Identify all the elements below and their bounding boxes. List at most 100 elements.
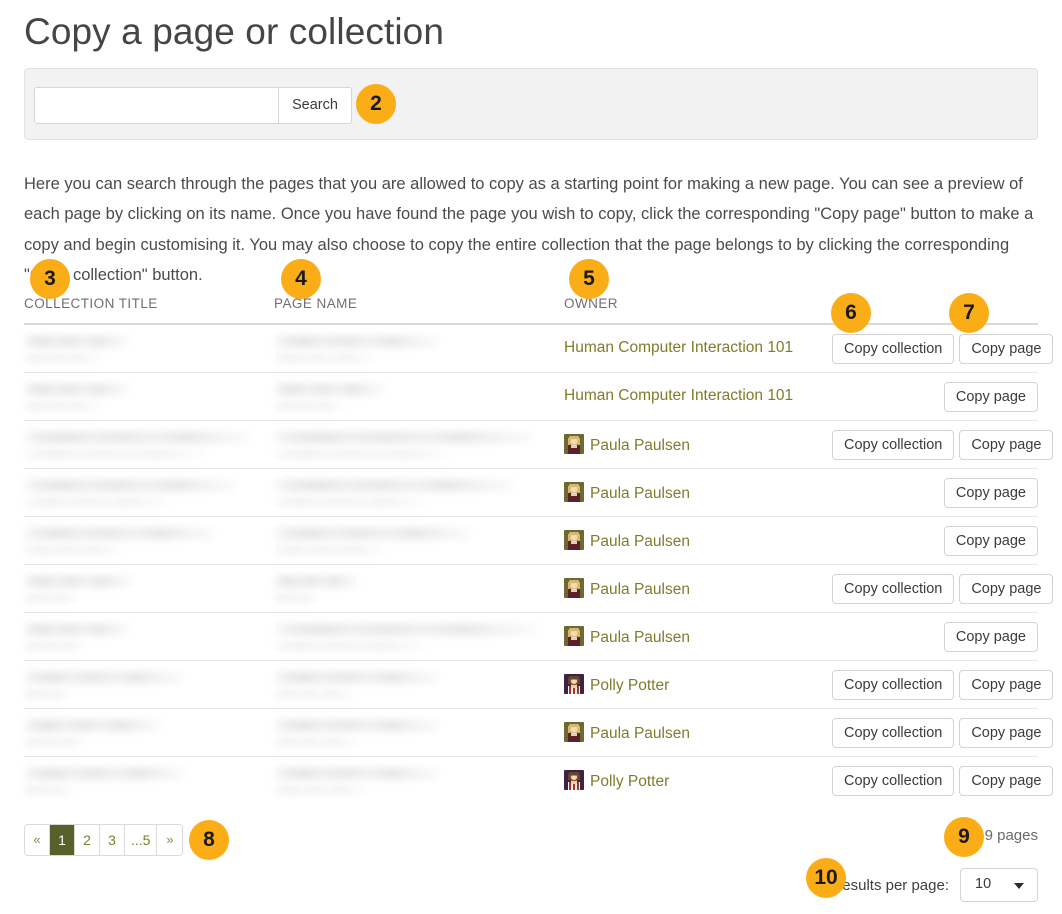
cell-collection-title[interactable] [24,757,274,805]
cell-owner: Paula Paulsen [564,709,832,757]
annotation-badge-5: 5 [569,259,609,299]
owner-link[interactable]: Paula Paulsen [590,437,690,454]
owner-link[interactable]: Polly Potter [590,677,669,694]
owner-link[interactable]: Paula Paulsen [590,725,690,742]
chevron-down-icon [1014,883,1024,889]
cell-page-name[interactable] [274,661,564,709]
pagination-first[interactable]: « [25,825,50,855]
redacted-collection-title [24,719,160,732]
cell-collection-title[interactable] [24,661,274,709]
annotation-badge-3: 3 [30,259,70,299]
cell-collection-title[interactable] [24,709,274,757]
cell-owner: Paula Paulsen [564,469,832,517]
copy-page-button[interactable]: Copy page [959,430,1053,460]
column-header-page-name[interactable]: Page name [274,296,564,324]
cell-page-name[interactable] [274,469,564,517]
search-group: Search [34,87,352,124]
owner-link[interactable]: Polly Potter [590,773,669,790]
redacted-collection-title [24,479,236,492]
cell-page-name[interactable] [274,565,564,613]
cell-collection-title[interactable] [24,469,274,517]
cell-page-name[interactable] [274,709,564,757]
redacted-collection-title [24,383,128,396]
cell-actions: Copy page [832,373,1038,421]
redacted-page-name [274,719,438,732]
redacted-page-name [274,335,438,348]
redacted-page-name-line2 [274,593,316,603]
pagination: «123...5» [24,824,183,856]
copy-page-button[interactable]: Copy page [944,478,1038,508]
copy-collection-button[interactable]: Copy collection [832,574,954,604]
pages-count-label: 49 pages [976,827,1038,844]
redacted-collection-title [24,575,132,588]
pagination-page-5[interactable]: ...5 [125,825,157,855]
cell-actions: Copy collectionCopy page [832,709,1038,757]
avatar [564,674,584,694]
cell-page-name[interactable] [274,324,564,373]
cell-page-name[interactable] [274,421,564,469]
owner-link[interactable]: Paula Paulsen [590,485,690,502]
redacted-collection-title-line2 [24,689,69,699]
owner-link[interactable]: Paula Paulsen [590,533,690,550]
cell-owner: Human Computer Interaction 101 [564,373,832,421]
pagination-last[interactable]: » [157,825,182,855]
table-row: Human Computer Interaction 101 Copy page [24,373,1038,421]
owner-link[interactable]: Paula Paulsen [590,581,690,598]
column-header-owner[interactable]: Owner [564,296,832,324]
redacted-page-name-line2 [274,689,354,699]
pagination-page-3[interactable]: 3 [100,825,125,855]
results-per-page-select[interactable]: 10 [960,868,1038,902]
copy-page-button[interactable]: Copy page [944,622,1038,652]
redacted-collection-title-line2 [24,401,100,411]
cell-collection-title[interactable] [24,565,274,613]
copy-page-button[interactable]: Copy page [959,334,1053,364]
cell-page-name[interactable] [274,613,564,661]
cell-collection-title[interactable] [24,517,274,565]
annotation-badge-2: 2 [356,84,396,124]
copy-collection-button[interactable]: Copy collection [832,430,954,460]
cell-collection-title[interactable] [24,421,274,469]
owner-link[interactable]: Human Computer Interaction 101 [564,387,793,404]
owner-link[interactable]: Human Computer Interaction 101 [564,339,793,356]
table-header-row: Collection title Page name Owner [24,296,1038,324]
cell-page-name[interactable] [274,373,564,421]
intro-text: Here you can search through the pages th… [24,169,1038,291]
copy-page-button[interactable]: Copy page [959,718,1053,748]
cell-owner: Paula Paulsen [564,421,832,469]
cell-collection-title[interactable] [24,324,274,373]
copy-collection-button[interactable]: Copy collection [832,670,954,700]
redacted-collection-title [24,671,182,684]
copy-page-button[interactable]: Copy page [944,382,1038,412]
copy-page-button[interactable]: Copy page [959,670,1053,700]
search-input[interactable] [34,87,278,124]
redacted-page-name-line2 [274,449,452,459]
annotation-badge-8: 8 [189,820,229,860]
cell-collection-title[interactable] [24,373,274,421]
search-button[interactable]: Search [278,87,352,124]
copy-collection-button[interactable]: Copy collection [832,334,954,364]
owner-link[interactable]: Paula Paulsen [590,629,690,646]
results-per-page-row: Results per page: 10 [831,868,1038,902]
table-row: Polly PotterCopy collectionCopy page [24,661,1038,709]
copy-collection-button[interactable]: Copy collection [832,718,954,748]
redacted-page-name [274,479,514,492]
copy-page-button[interactable]: Copy page [959,574,1053,604]
redacted-page-name [274,767,438,780]
table-row: Paula Paulsen Copy page [24,469,1038,517]
table-row: Paula Paulsen Copy collectionCopy page [24,709,1038,757]
copy-page-button[interactable]: Copy page [959,766,1053,796]
cell-collection-title[interactable] [24,613,274,661]
avatar [564,722,584,742]
copy-page-button[interactable]: Copy page [944,526,1038,556]
table-head: Collection title Page name Owner [24,296,1038,324]
redacted-collection-title-line2 [24,545,121,555]
copy-collection-button[interactable]: Copy collection [832,766,954,796]
cell-page-name[interactable] [274,757,564,805]
table-row: Paula Paulsen Copy page [24,613,1038,661]
pagination-page-2[interactable]: 2 [75,825,100,855]
cell-page-name[interactable] [274,517,564,565]
avatar [564,530,584,550]
column-header-collection-title[interactable]: Collection title [24,296,274,324]
pagination-page-1[interactable]: 1 [50,825,75,855]
redacted-collection-title [24,431,249,444]
